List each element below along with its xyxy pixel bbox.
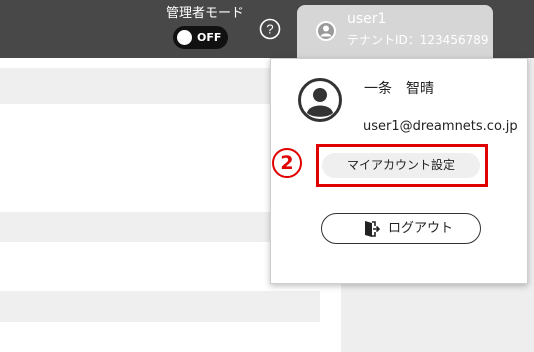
user-menu-tab[interactable]: user1 テナントID：123456789 bbox=[297, 5, 493, 58]
my-account-settings-button[interactable]: マイアカウント設定 bbox=[322, 153, 480, 178]
header-tenant-id: テナントID：123456789 bbox=[347, 33, 489, 47]
toggle-state-label: OFF bbox=[197, 31, 222, 44]
user-email: user1@dreamnets.co.jp bbox=[363, 119, 518, 134]
logout-button[interactable]: ログアウト bbox=[321, 213, 481, 244]
svg-text:?: ? bbox=[266, 22, 273, 37]
user-dropdown-menu: 一条 智晴 user1@dreamnets.co.jp 2 マイアカウント設定 … bbox=[270, 58, 528, 284]
question-circle-icon[interactable]: ? bbox=[259, 18, 281, 40]
header-username: user1 bbox=[347, 11, 387, 27]
toggle-knob bbox=[176, 29, 193, 46]
user-full-name: 一条 智晴 bbox=[364, 81, 434, 97]
user-circle-icon bbox=[316, 21, 336, 41]
content-row bbox=[0, 291, 320, 322]
logout-door-icon bbox=[365, 221, 380, 237]
app-header: 管理者モード OFF ? user1 テナントID：123456789 bbox=[0, 0, 534, 58]
admin-mode-toggle[interactable]: OFF bbox=[173, 26, 228, 49]
callout-number: 2 bbox=[272, 148, 302, 178]
user-circle-icon bbox=[298, 78, 342, 122]
logout-label: ログアウト bbox=[388, 221, 454, 236]
admin-mode-label: 管理者モード bbox=[166, 6, 245, 21]
